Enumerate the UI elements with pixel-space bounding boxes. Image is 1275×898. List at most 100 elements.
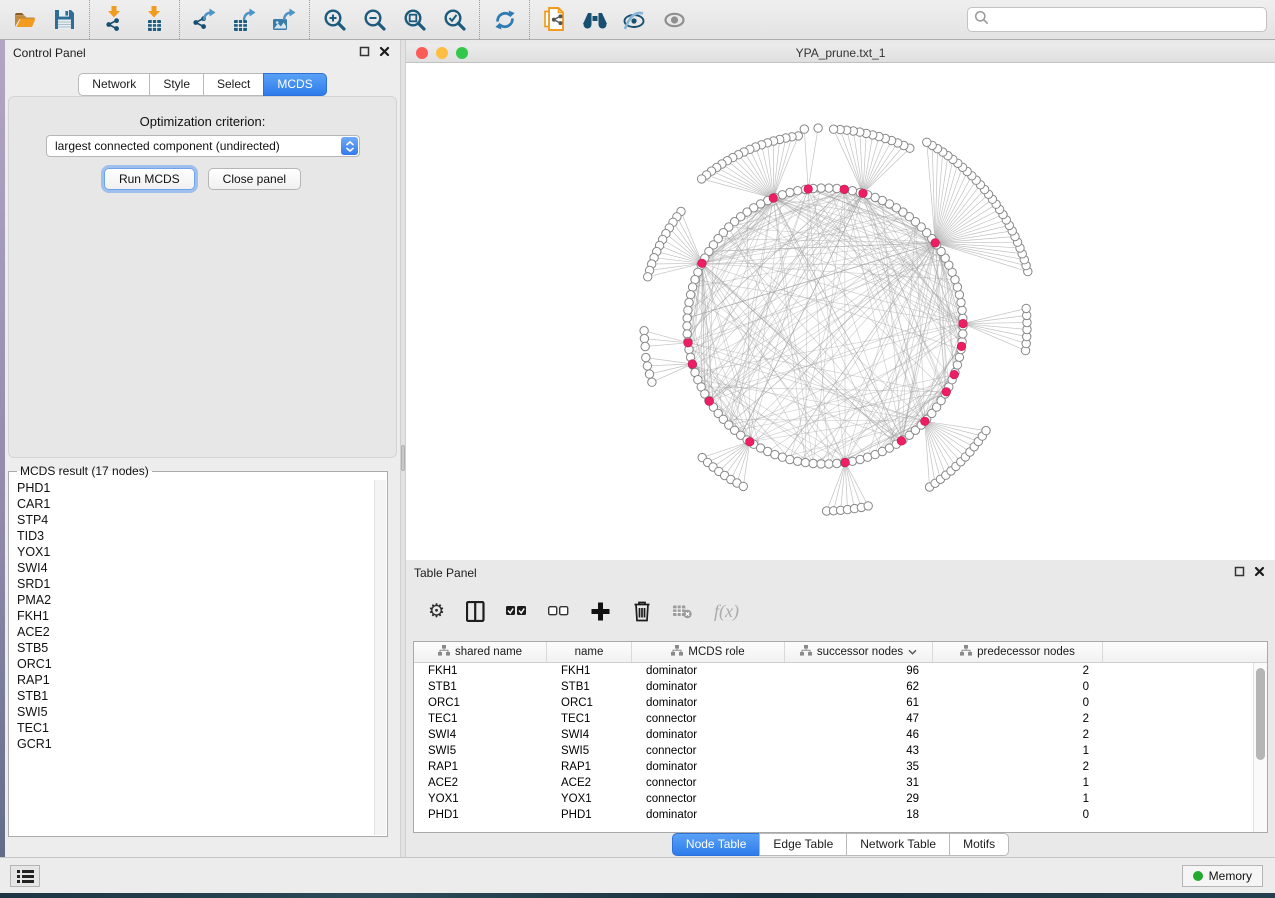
export-network-icon[interactable]: [191, 6, 218, 34]
float-panel-icon[interactable]: [359, 44, 370, 62]
memory-button[interactable]: Memory: [1182, 865, 1263, 887]
cell: 18: [785, 807, 933, 823]
fit-content-icon[interactable]: [401, 6, 428, 34]
table-scrollbar-thumb[interactable]: [1256, 668, 1265, 760]
splitter-handle[interactable]: [401, 445, 405, 471]
mcds-result-item[interactable]: PMA2: [10, 592, 373, 608]
table-row-YOX1[interactable]: YOX1YOX1connector291: [414, 791, 1267, 807]
mcds-result-item[interactable]: STP4: [10, 512, 373, 528]
table-row-SWI5[interactable]: SWI5SWI5connector431: [414, 743, 1267, 759]
mcds-result-item[interactable]: SWI4: [10, 560, 373, 576]
cell: 2: [933, 663, 1103, 679]
close-panel-icon[interactable]: [379, 44, 390, 62]
mcds-result-item[interactable]: TID3: [10, 528, 373, 544]
mcds-result-title: MCDS result (17 nodes): [17, 464, 152, 478]
cell: TEC1: [414, 711, 547, 727]
select-all-icon[interactable]: [506, 597, 527, 625]
toolbar-group: [0, 0, 89, 39]
cell: ACE2: [547, 775, 632, 791]
tab-style[interactable]: Style: [149, 73, 204, 96]
find-icon[interactable]: [581, 6, 608, 34]
close-panel-button[interactable]: Close panel: [208, 168, 301, 190]
cell: connector: [632, 791, 785, 807]
mcds-result-item[interactable]: SRD1: [10, 576, 373, 592]
search-input[interactable]: [993, 10, 1266, 30]
table-row-SWI4[interactable]: SWI4SWI4dominator462: [414, 727, 1267, 743]
deselect-all-icon[interactable]: [548, 597, 569, 625]
tab-mcds[interactable]: MCDS: [263, 73, 326, 96]
export-image-icon[interactable]: [271, 6, 298, 34]
node-table: shared namenameMCDS rolesuccessor nodesp…: [413, 641, 1268, 833]
table-row-TEC1[interactable]: TEC1TEC1connector472: [414, 711, 1267, 727]
mcds-result-item[interactable]: RAP1: [10, 672, 373, 688]
tab-node-table[interactable]: Node Table: [672, 833, 761, 856]
tab-network[interactable]: Network: [78, 73, 150, 96]
zoom-in-icon[interactable]: [321, 6, 348, 34]
table-row-PHD1[interactable]: PHD1PHD1dominator180: [414, 807, 1267, 823]
table-row-FKH1[interactable]: FKH1FKH1dominator962: [414, 663, 1267, 679]
mcds-result-item[interactable]: ORC1: [10, 656, 373, 672]
delete-table-icon: [673, 597, 693, 625]
tab-edge-table[interactable]: Edge Table: [759, 833, 847, 856]
mcds-result-item[interactable]: GCR1: [10, 736, 373, 752]
save-session-icon[interactable]: [51, 6, 78, 34]
close-table-panel-icon[interactable]: [1254, 564, 1265, 582]
export-table-icon[interactable]: [231, 6, 258, 34]
cell: YOX1: [414, 791, 547, 807]
import-network-icon[interactable]: [101, 6, 128, 34]
mcds-result-item[interactable]: PHD1: [10, 480, 373, 496]
cell: connector: [632, 711, 785, 727]
cell: STB1: [547, 679, 632, 695]
task-list-icon: [16, 869, 35, 884]
network-canvas[interactable]: [406, 63, 1275, 560]
task-history-button[interactable]: [10, 865, 40, 887]
toolbar-group: [309, 0, 479, 39]
delete-icon[interactable]: [632, 597, 652, 625]
cell: RAP1: [414, 759, 547, 775]
mcds-result-item[interactable]: STB5: [10, 640, 373, 656]
mcds-result-item[interactable]: SWI5: [10, 704, 373, 720]
column-header-MCDS-role[interactable]: MCDS role: [632, 642, 785, 662]
tab-select[interactable]: Select: [203, 73, 264, 96]
table-row-ORC1[interactable]: ORC1ORC1dominator610: [414, 695, 1267, 711]
float-table-panel-icon[interactable]: [1234, 564, 1245, 582]
cell: STB1: [414, 679, 547, 695]
mcds-result-item[interactable]: STB1: [10, 688, 373, 704]
column-header-successor-nodes[interactable]: successor nodes: [785, 642, 933, 662]
tab-motifs[interactable]: Motifs: [949, 833, 1009, 856]
cell: FKH1: [414, 663, 547, 679]
open-file-icon[interactable]: [11, 6, 38, 34]
table-scrollbar[interactable]: [1253, 663, 1267, 832]
import-table-icon[interactable]: [141, 6, 168, 34]
hide-unselected-icon[interactable]: [621, 6, 648, 34]
show-all-icon[interactable]: [661, 6, 688, 34]
table-row-STB1[interactable]: STB1STB1dominator620: [414, 679, 1267, 695]
toolbar-group: [529, 0, 699, 39]
mcds-result-item[interactable]: TEC1: [10, 720, 373, 736]
mcds-result-item[interactable]: CAR1: [10, 496, 373, 512]
mcds-result-item[interactable]: ACE2: [10, 624, 373, 640]
column-header-name[interactable]: name: [547, 642, 632, 662]
column-header-shared-name[interactable]: shared name: [414, 642, 547, 662]
mcds-result-item[interactable]: FKH1: [10, 608, 373, 624]
cell: ORC1: [547, 695, 632, 711]
tab-network-table[interactable]: Network Table: [846, 833, 950, 856]
network-graph: [406, 63, 1275, 560]
add-icon[interactable]: [590, 597, 611, 625]
columns-icon[interactable]: [466, 597, 485, 625]
gear-icon[interactable]: ⚙: [428, 597, 445, 625]
memory-label: Memory: [1209, 869, 1252, 883]
table-row-ACE2[interactable]: ACE2ACE2connector311: [414, 775, 1267, 791]
zoom-out-icon[interactable]: [361, 6, 388, 34]
mcds-list-scrollbar[interactable]: [374, 480, 386, 835]
tree-icon: [800, 645, 812, 659]
table-row-RAP1[interactable]: RAP1RAP1dominator352: [414, 759, 1267, 775]
network-window-title: YPA_prune.txt_1: [406, 46, 1275, 60]
column-header-predecessor-nodes[interactable]: predecessor nodes: [933, 642, 1103, 662]
zoom-selected-icon[interactable]: [441, 6, 468, 34]
optimization-criterion-select[interactable]: largest connected component (undirected): [46, 135, 360, 157]
mcds-result-item[interactable]: YOX1: [10, 544, 373, 560]
run-mcds-button[interactable]: Run MCDS: [104, 168, 195, 190]
clone-network-icon[interactable]: [541, 6, 568, 34]
refresh-layout-icon[interactable]: [491, 6, 518, 34]
